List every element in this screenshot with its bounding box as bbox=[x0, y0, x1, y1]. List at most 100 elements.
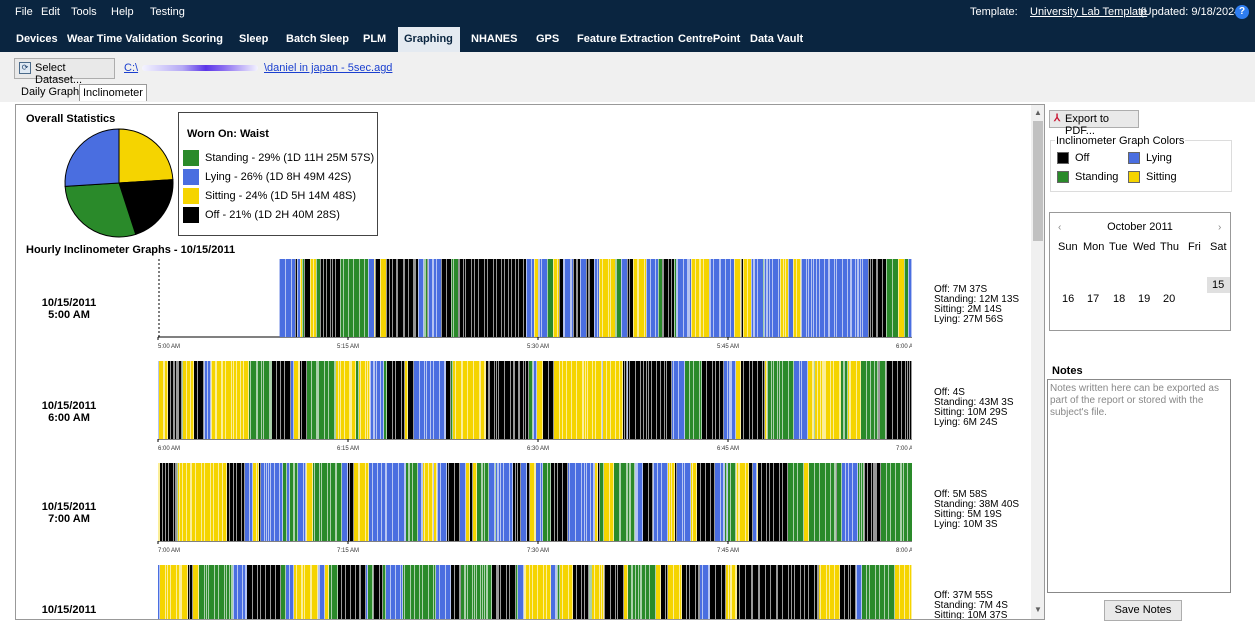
inclinometer-stripe bbox=[819, 259, 825, 337]
inclinometer-stripe bbox=[285, 361, 291, 439]
color-swatch-sitting[interactable] bbox=[1128, 171, 1140, 183]
stripe-separator bbox=[473, 361, 474, 439]
menu-file[interactable]: File bbox=[15, 6, 33, 18]
stripe-separator bbox=[723, 463, 724, 541]
stripe-separator bbox=[317, 361, 318, 439]
stripe-separator bbox=[864, 463, 865, 541]
calendar-day[interactable]: 16 bbox=[1062, 293, 1074, 305]
tab-scoring[interactable]: Scoring bbox=[176, 27, 229, 52]
stripe-separator bbox=[856, 361, 857, 439]
color-swatch-standing[interactable] bbox=[1057, 171, 1069, 183]
stripe-separator bbox=[767, 259, 768, 337]
stripe-separator bbox=[179, 463, 180, 541]
help-icon[interactable]: ? bbox=[1235, 5, 1249, 19]
subtab-daily-graphs[interactable]: Daily Graphs bbox=[18, 84, 88, 101]
stripe-separator bbox=[204, 463, 205, 541]
tab-sleep[interactable]: Sleep bbox=[233, 27, 274, 52]
stripe-separator bbox=[379, 565, 380, 619]
tab-gps[interactable]: GPS bbox=[530, 27, 565, 52]
stripe-separator bbox=[289, 565, 290, 619]
inclinometer-stripe bbox=[802, 361, 808, 439]
tab-graphing[interactable]: Graphing bbox=[398, 27, 460, 52]
notes-textarea[interactable]: Notes written here can be exported as pa… bbox=[1047, 379, 1231, 593]
stripe-separator bbox=[433, 565, 434, 619]
dataset-path-prefix[interactable]: C:\ bbox=[124, 62, 138, 74]
calendar-day[interactable]: 20 bbox=[1163, 293, 1175, 305]
inclinometer-stripe bbox=[335, 259, 341, 337]
stripe-separator bbox=[776, 565, 777, 619]
tick-label: 7:30 AM bbox=[527, 548, 549, 553]
tab-feature-extraction[interactable]: Feature Extraction bbox=[571, 27, 680, 52]
subtab-inclinometer[interactable]: Inclinometer bbox=[79, 84, 147, 101]
inclinometer-stripe bbox=[446, 361, 451, 439]
scroll-down-icon[interactable]: ▼ bbox=[1031, 603, 1044, 617]
scroll-up-icon[interactable]: ▲ bbox=[1031, 106, 1044, 120]
inclinometer-stripe bbox=[420, 361, 425, 439]
stripe-separator bbox=[709, 565, 710, 619]
menu-testing[interactable]: Testing bbox=[150, 6, 185, 18]
stripe-separator bbox=[777, 361, 778, 439]
save-notes-button[interactable]: Save Notes bbox=[1104, 600, 1182, 621]
stripe-separator bbox=[210, 463, 211, 541]
color-swatch-off[interactable] bbox=[1057, 152, 1069, 164]
stripe-separator bbox=[699, 565, 700, 619]
calendar-day[interactable]: 15 bbox=[1212, 279, 1224, 291]
stripe-separator bbox=[542, 361, 543, 439]
stripe-separator bbox=[581, 565, 582, 619]
stripe-separator bbox=[314, 463, 315, 541]
stripe-separator bbox=[539, 259, 540, 337]
calendar-day[interactable]: 17 bbox=[1087, 293, 1099, 305]
tab-batch-sleep[interactable]: Batch Sleep bbox=[280, 27, 355, 52]
tab-centrepoint[interactable]: CentrePoint bbox=[672, 27, 746, 52]
stripe-separator bbox=[353, 259, 354, 337]
color-swatch-lying[interactable] bbox=[1128, 152, 1140, 164]
stripe-separator bbox=[547, 259, 548, 337]
tab-plm[interactable]: PLM bbox=[357, 27, 392, 52]
tab-data-vault[interactable]: Data Vault bbox=[744, 27, 809, 52]
stripe-separator bbox=[905, 361, 906, 439]
hour-time-3: 7:00 AM bbox=[48, 513, 90, 525]
scroll-thumb[interactable] bbox=[1033, 121, 1043, 241]
stripe-separator bbox=[839, 565, 840, 619]
tab-wear-time-validation[interactable]: Wear Time Validation bbox=[61, 27, 183, 52]
stripe-separator bbox=[554, 463, 555, 541]
stripe-separator bbox=[863, 463, 864, 541]
export-pdf-button[interactable]: ⅄ Export to PDF... bbox=[1049, 110, 1139, 137]
menu-edit[interactable]: Edit bbox=[41, 6, 60, 18]
stripe-separator bbox=[825, 361, 826, 439]
stripe-separator bbox=[524, 565, 525, 619]
stripe-separator bbox=[474, 259, 475, 337]
stripe-separator bbox=[813, 259, 814, 337]
calendar-day[interactable]: 19 bbox=[1138, 293, 1150, 305]
dataset-path-file[interactable]: \daniel in japan - 5sec.agd bbox=[264, 62, 392, 74]
stripe-separator bbox=[753, 259, 754, 337]
stripe-separator bbox=[879, 565, 880, 619]
stripe-separator bbox=[542, 463, 543, 541]
stripe-separator bbox=[897, 361, 898, 439]
stripe-separator bbox=[323, 259, 324, 337]
menu-tools[interactable]: Tools bbox=[71, 6, 97, 18]
stripe-separator bbox=[882, 259, 883, 337]
menu-help[interactable]: Help bbox=[111, 6, 134, 18]
calendar-day[interactable]: 18 bbox=[1113, 293, 1125, 305]
stripe-separator bbox=[461, 361, 462, 439]
inclinometer-stripe bbox=[881, 463, 887, 541]
select-dataset-button[interactable]: ⟳ Select Dataset... bbox=[14, 58, 115, 86]
tab-devices[interactable]: Devices bbox=[10, 27, 64, 52]
stripe-separator bbox=[622, 361, 623, 439]
inclinometer-stripe bbox=[638, 463, 643, 541]
stripe-separator bbox=[689, 565, 690, 619]
stripe-separator bbox=[782, 463, 783, 541]
stripe-separator bbox=[587, 361, 588, 439]
calendar-month-title[interactable]: October 2011 bbox=[1050, 221, 1230, 233]
template-link[interactable]: University Lab Template bbox=[1030, 6, 1147, 18]
date-calendar[interactable]: ‹ › October 2011 Sun Mon Tue Wed Thu Fri… bbox=[1049, 212, 1231, 331]
tab-nhanes[interactable]: NHANES bbox=[465, 27, 523, 52]
inclinometer-stripe bbox=[570, 463, 576, 541]
stripe-separator bbox=[575, 463, 576, 541]
stripe-separator bbox=[410, 565, 411, 619]
stripe-separator bbox=[692, 463, 693, 541]
stripe-separator bbox=[509, 565, 510, 619]
stripe-separator bbox=[312, 463, 313, 541]
vertical-scrollbar[interactable]: ▲ ▼ bbox=[1031, 105, 1044, 619]
